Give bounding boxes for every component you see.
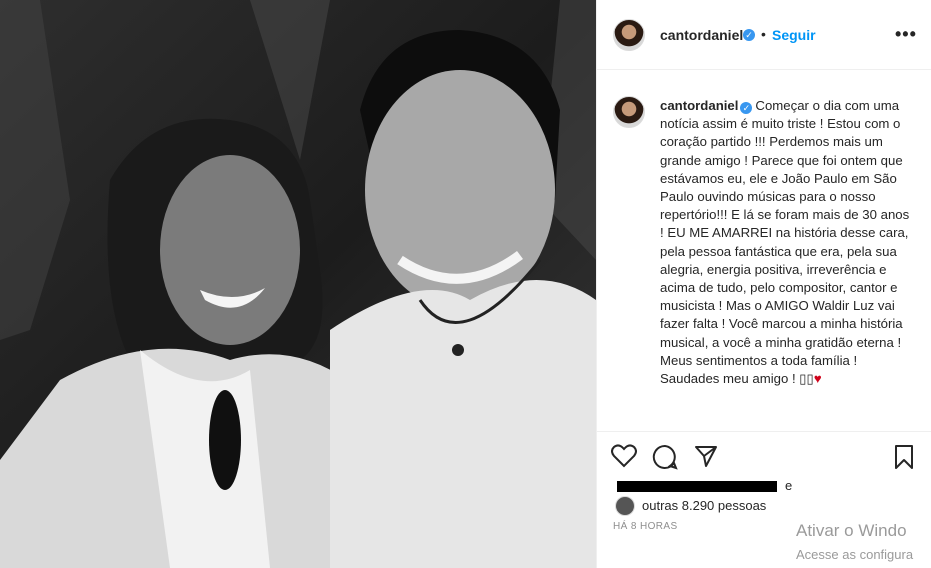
caption-area: cantordaniel ✓ Começar o dia com uma notíc… (597, 71, 931, 431)
more-options-icon[interactable]: ••• (895, 24, 917, 45)
os-activation-watermark-title: Ativar o Windo (796, 521, 907, 540)
send-icon[interactable] (694, 444, 718, 473)
caption-text: Começar o dia com uma notícia assim é mu… (660, 98, 910, 387)
post-header: cantordaniel ✓ • Seguir ••• (597, 0, 931, 70)
follow-button[interactable]: Seguir (772, 27, 816, 43)
post-timestamp[interactable]: HÁ 8 HORAS (613, 521, 678, 532)
caption-verified-icon: ✓ (740, 102, 753, 114)
author-username[interactable]: cantordaniel (660, 27, 743, 43)
likes-count[interactable]: outras 8.290 pessoas (642, 498, 766, 513)
photo-illustration (0, 0, 596, 568)
likes-conjunction: e (785, 478, 793, 493)
caption: cantordaniel ✓ Começar o dia com uma notíc… (660, 97, 912, 388)
heart-outline-icon[interactable] (611, 444, 637, 473)
post-panel: cantordaniel ✓ • Seguir ••• cantordaniel… (596, 0, 931, 568)
comment-icon[interactable] (652, 444, 678, 475)
separator-dot: • (761, 26, 766, 42)
caption-author-avatar[interactable] (613, 96, 645, 128)
os-activation-watermark-subtitle: Acesse as configura (796, 547, 914, 562)
emoji-placeholder: ▯▯ (799, 371, 814, 387)
caption-username[interactable]: cantordaniel (660, 98, 738, 113)
action-bar (597, 431, 931, 481)
red-heart-emoji: ♥ (813, 371, 822, 387)
verified-badge-icon: ✓ (743, 29, 755, 41)
redacted-liker-name (617, 481, 777, 492)
liker-avatar[interactable] (615, 496, 635, 516)
bookmark-icon[interactable] (894, 444, 914, 475)
author-avatar[interactable] (613, 19, 645, 51)
post-photo[interactable] (0, 0, 596, 568)
